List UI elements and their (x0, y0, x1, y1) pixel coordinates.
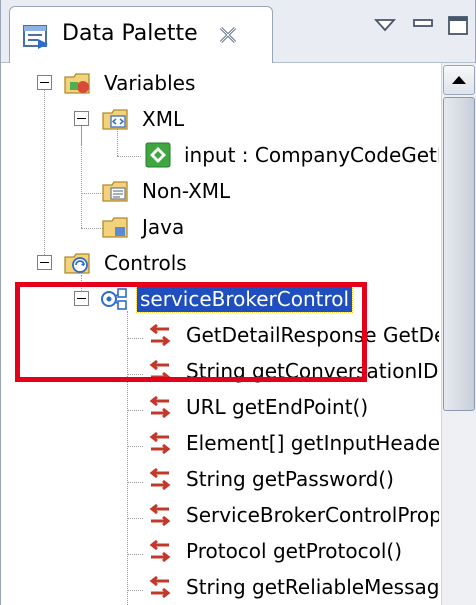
tree-item-java[interactable]: Java (101, 209, 187, 245)
method-arrows-icon (149, 575, 171, 599)
minimize-icon[interactable] (409, 12, 437, 38)
tab-title: Data Palette (62, 21, 198, 46)
close-icon[interactable] (216, 23, 240, 47)
collapse-variables-toggle[interactable] (37, 75, 52, 90)
tree-item-non-xml[interactable]: Non-XML (101, 173, 233, 209)
tree-item-variables[interactable]: Variables (63, 65, 198, 101)
view-header: Data Palette (1, 0, 475, 63)
tab-data-palette[interactable]: Data Palette (9, 6, 273, 63)
xml-folder-icon (102, 109, 128, 130)
service-control-icon (101, 288, 127, 310)
method-arrows-icon (149, 503, 171, 527)
tree-item-method[interactable]: String getPassword() (145, 461, 397, 497)
method-arrows-icon (149, 539, 171, 563)
variables-folder-icon (64, 73, 90, 94)
collapse-servicebroker-toggle[interactable] (74, 291, 89, 306)
xml-variable-icon (145, 142, 171, 168)
method-arrows-icon (149, 359, 171, 383)
tree: Variables XML input : CompanyCodeGetD No… (1, 63, 439, 605)
tree-item-method[interactable]: URL getEndPoint() (145, 389, 371, 425)
method-arrows-icon (149, 395, 171, 419)
tree-item-controls[interactable]: Controls (63, 245, 190, 281)
tree-item-service-broker-control[interactable]: serviceBrokerControl (99, 281, 354, 317)
tree-item-method[interactable]: String getReliableMessage (145, 569, 439, 605)
controls-folder-icon (64, 253, 90, 274)
tree-item-method[interactable]: String getConversationID( (145, 353, 439, 389)
tree-item-method[interactable]: Protocol getProtocol() (145, 533, 405, 569)
scroll-up-arrow-icon (452, 76, 466, 84)
scroll-thumb[interactable] (443, 97, 475, 411)
data-palette-icon (23, 25, 48, 49)
selected-label: serviceBrokerControl (135, 285, 354, 313)
vertical-scrollbar[interactable] (441, 63, 476, 605)
tree-item-xml[interactable]: XML (101, 101, 187, 137)
view-menu-icon[interactable] (371, 12, 399, 38)
scroll-up-button[interactable] (443, 65, 475, 95)
tree-item-method[interactable]: Element[] getInputHeader (145, 425, 439, 461)
tree-item-method[interactable]: ServiceBrokerControlPropo (145, 497, 439, 533)
method-arrows-icon (149, 467, 171, 491)
java-folder-icon (102, 217, 128, 238)
maximize-icon[interactable] (445, 12, 471, 38)
method-arrows-icon (149, 323, 171, 347)
collapse-controls-toggle[interactable] (37, 255, 52, 270)
tree-item-input-variable[interactable]: input : CompanyCodeGetD (143, 137, 439, 173)
tree-item-method[interactable]: GetDetailResponse GetDe (145, 317, 439, 353)
non-xml-folder-icon (102, 181, 128, 202)
method-arrows-icon (149, 431, 171, 455)
data-palette-view: Data Palette Variables XML input: Compa… (0, 0, 476, 605)
collapse-xml-toggle[interactable] (74, 111, 89, 126)
